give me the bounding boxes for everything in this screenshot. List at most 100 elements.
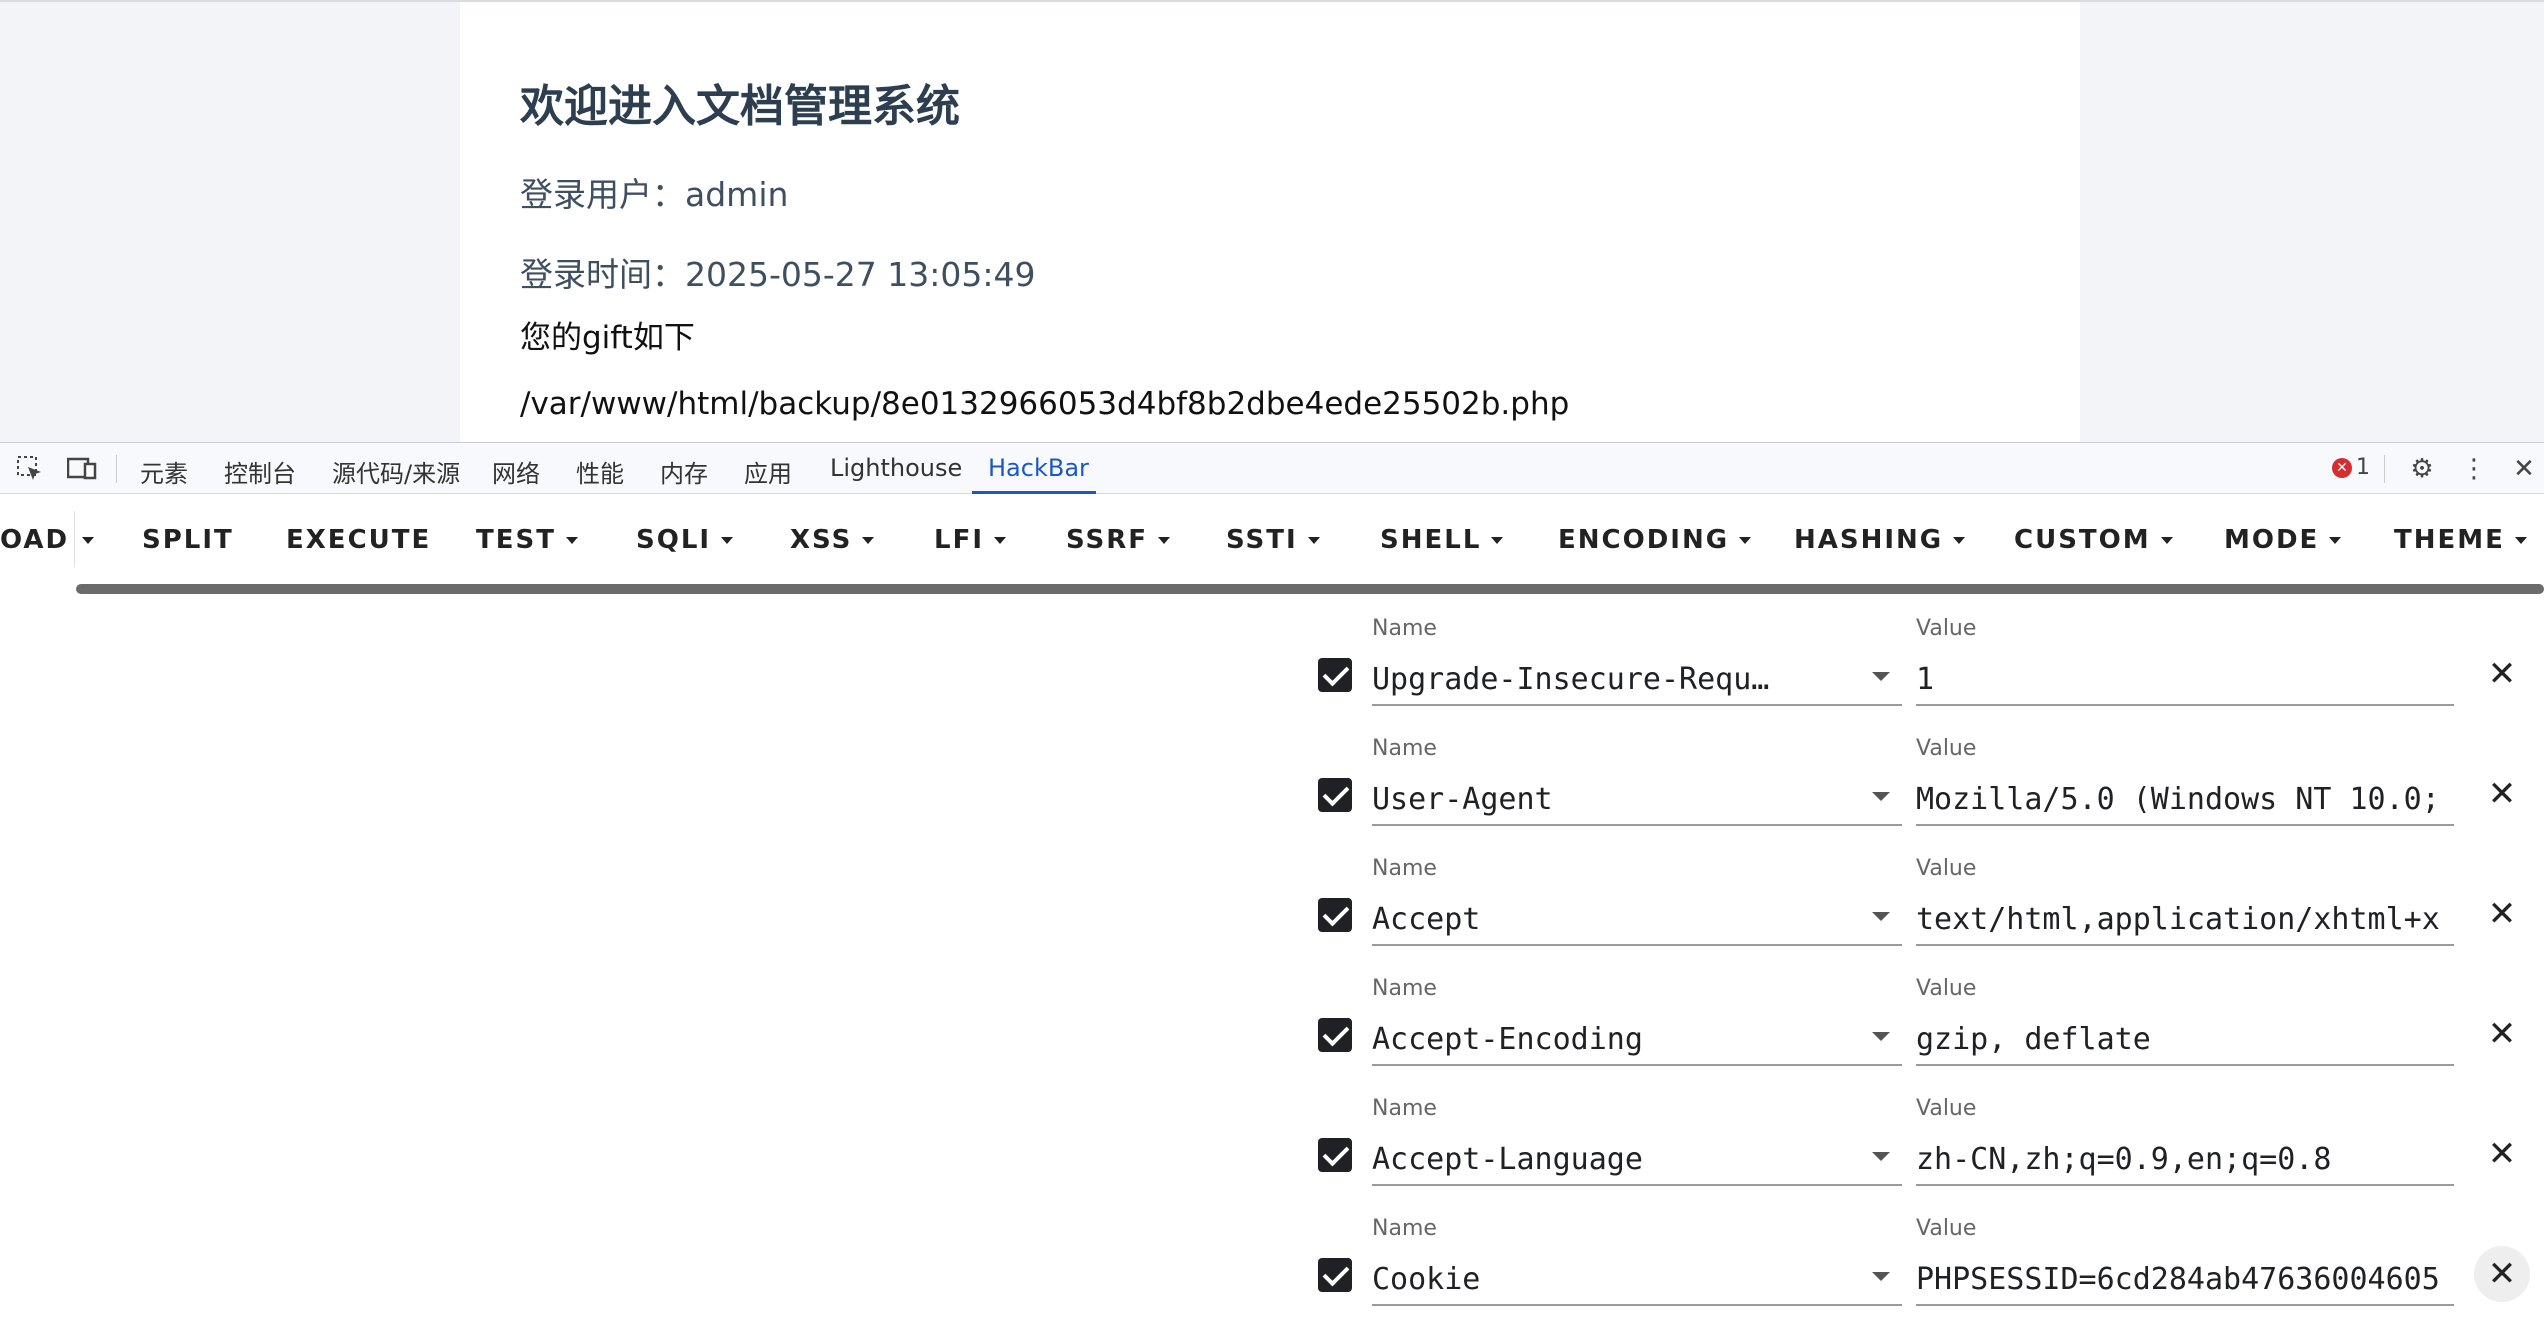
header-value-text: 1: [1916, 662, 1935, 697]
chevron-down-icon: [2329, 537, 2342, 544]
shell-menu-label: SHELL: [1380, 525, 1482, 555]
header-name-combobox[interactable]: Cookie: [1372, 1250, 1902, 1306]
custom-menu-button[interactable]: CUSTOM: [2014, 525, 2173, 555]
tab-memory[interactable]: 内存: [660, 454, 708, 489]
tab-elements[interactable]: 元素: [140, 454, 188, 489]
inspect-element-icon[interactable]: [14, 453, 46, 485]
ssti-menu-label: SSTI: [1226, 525, 1298, 555]
split-button-label: SPLIT: [142, 525, 234, 555]
header-enabled-checkbox[interactable]: [1318, 1258, 1352, 1292]
header-enabled-checkbox[interactable]: [1318, 898, 1352, 932]
header-name-combobox[interactable]: Accept-Encoding: [1372, 1010, 1902, 1066]
ssrf-menu-button[interactable]: SSRF: [1066, 525, 1171, 555]
sqli-menu-label: SQLI: [636, 525, 712, 555]
xss-menu-label: XSS: [790, 525, 853, 555]
split-button[interactable]: SPLIT: [142, 525, 234, 555]
execute-button-label: EXECUTE: [286, 525, 432, 555]
header-value-label: Value: [1916, 616, 1977, 641]
header-row: Name Accept Value text/html,application/…: [1310, 840, 2544, 960]
error-icon: ✕: [2332, 457, 2352, 478]
custom-menu-label: CUSTOM: [2014, 525, 2151, 555]
mode-menu-label: MODE: [2224, 525, 2320, 555]
load-dropdown-button[interactable]: [82, 525, 94, 555]
chevron-down-icon: [2160, 537, 2173, 544]
header-name-combobox[interactable]: Accept-Language: [1372, 1130, 1902, 1186]
dropdown-arrow-icon[interactable]: [1872, 1032, 1890, 1041]
ssrf-menu-label: SSRF: [1066, 525, 1149, 555]
hashing-menu-button[interactable]: HASHING: [1794, 525, 1966, 555]
login-user-text: 登录用户：admin: [520, 175, 789, 214]
remove-header-button[interactable]: ✕: [2474, 1246, 2530, 1302]
remove-header-button[interactable]: ✕: [2474, 646, 2530, 702]
device-toggle-icon[interactable]: [66, 453, 98, 485]
more-options-icon[interactable]: ⋮: [2458, 453, 2490, 485]
chevron-down-icon: [1739, 537, 1752, 544]
load-button[interactable]: OAD: [0, 525, 69, 555]
dropdown-arrow-icon[interactable]: [1872, 1152, 1890, 1161]
header-enabled-checkbox[interactable]: [1318, 658, 1352, 692]
mode-menu-button[interactable]: MODE: [2224, 525, 2342, 555]
dropdown-arrow-icon[interactable]: [1872, 1272, 1890, 1281]
dropdown-arrow-icon[interactable]: [1872, 912, 1890, 921]
header-name-combobox[interactable]: User-Agent: [1372, 770, 1902, 826]
tab-console[interactable]: 控制台: [224, 454, 296, 489]
lfi-menu-button[interactable]: LFI: [934, 525, 1007, 555]
header-value-input[interactable]: 1: [1916, 650, 2454, 706]
tab-application[interactable]: 应用: [744, 454, 792, 489]
chevron-down-icon: [994, 537, 1007, 544]
encoding-menu-button[interactable]: ENCODING: [1558, 525, 1752, 555]
tab-hackbar[interactable]: HackBar: [988, 454, 1089, 482]
close-icon[interactable]: ✕: [2508, 453, 2540, 485]
content-card: 欢迎进入文档管理系统 登录用户：admin 登录时间：2025-05-27 13…: [460, 2, 2080, 442]
header-name-label: Name: [1372, 1096, 1437, 1121]
execute-button[interactable]: EXECUTE: [286, 525, 431, 555]
header-name-value: User-Agent: [1372, 782, 1553, 817]
error-counter[interactable]: ✕ 1: [2332, 455, 2370, 480]
theme-menu-button[interactable]: THEME: [2394, 525, 2527, 555]
header-value-text: text/html,application/xhtml+x: [1916, 902, 2440, 937]
header-value-text: Mozilla/5.0 (Windows NT 10.0;: [1916, 782, 2440, 817]
header-enabled-checkbox[interactable]: [1318, 1138, 1352, 1172]
load-button-label: OAD: [0, 525, 70, 555]
header-value-input[interactable]: zh-CN,zh;q=0.9,en;q=0.8: [1916, 1130, 2454, 1186]
header-name-label: Name: [1372, 616, 1437, 641]
header-name-combobox[interactable]: Upgrade-Insecure-Requ…: [1372, 650, 1902, 706]
chevron-down-icon: [721, 537, 734, 544]
toolbar-scrollbar[interactable]: [76, 584, 2544, 594]
header-row: Name Cookie Value PHPSESSID=6cd284ab4763…: [1310, 1200, 2544, 1320]
header-enabled-checkbox[interactable]: [1318, 778, 1352, 812]
chevron-down-icon: [1307, 537, 1320, 544]
remove-header-button[interactable]: ✕: [2474, 1126, 2530, 1182]
header-name-combobox[interactable]: Accept: [1372, 890, 1902, 946]
header-value-text: gzip, deflate: [1916, 1022, 2151, 1057]
header-value-input[interactable]: gzip, deflate: [1916, 1010, 2454, 1066]
header-name-label: Name: [1372, 976, 1437, 1001]
toolbar-divider: [2384, 455, 2385, 483]
header-name-value: Accept-Language: [1372, 1142, 1643, 1177]
test-menu-button[interactable]: TEST: [476, 525, 578, 555]
header-value-input[interactable]: Mozilla/5.0 (Windows NT 10.0;: [1916, 770, 2454, 826]
shell-menu-button[interactable]: SHELL: [1380, 525, 1504, 555]
xss-menu-button[interactable]: XSS: [790, 525, 875, 555]
remove-header-button[interactable]: ✕: [2474, 766, 2530, 822]
tab-lighthouse[interactable]: Lighthouse: [830, 454, 962, 482]
test-menu-label: TEST: [476, 525, 556, 555]
tab-network[interactable]: 网络: [492, 454, 540, 489]
remove-header-button[interactable]: ✕: [2474, 886, 2530, 942]
tab-sources[interactable]: 源代码/来源: [332, 454, 460, 489]
encoding-menu-label: ENCODING: [1558, 525, 1730, 555]
sqli-menu-button[interactable]: SQLI: [636, 525, 734, 555]
toolbar-divider: [74, 511, 75, 567]
dropdown-arrow-icon[interactable]: [1872, 672, 1890, 681]
ssti-menu-button[interactable]: SSTI: [1226, 525, 1320, 555]
tab-performance[interactable]: 性能: [576, 454, 624, 489]
devtools-tab-bar: 元素 控制台 源代码/来源 网络 性能 内存 应用 Lighthouse Hac…: [0, 442, 2544, 494]
chevron-down-icon: [565, 537, 578, 544]
chevron-down-icon: [82, 537, 94, 544]
header-enabled-checkbox[interactable]: [1318, 1018, 1352, 1052]
header-value-input[interactable]: PHPSESSID=6cd284ab47636004605: [1916, 1250, 2454, 1306]
remove-header-button[interactable]: ✕: [2474, 1006, 2530, 1062]
header-value-input[interactable]: text/html,application/xhtml+x: [1916, 890, 2454, 946]
gear-icon[interactable]: ⚙: [2406, 453, 2438, 485]
dropdown-arrow-icon[interactable]: [1872, 792, 1890, 801]
